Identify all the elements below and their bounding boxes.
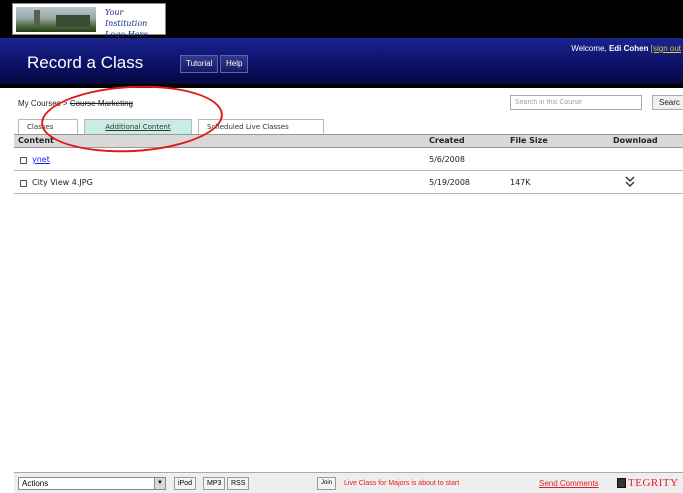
content-name: City View 4.JPG xyxy=(32,178,93,187)
app-title: Record a Class xyxy=(27,53,144,72)
table-row: City View 4.JPG 5/19/2008 147K xyxy=(14,172,683,194)
app-header: Record a Class Tutorial Help Welcome, Ed… xyxy=(0,38,683,88)
building-image xyxy=(16,7,96,32)
footer-bar: Actions ▼ iPod MP3 RSS Join Live Class f… xyxy=(14,472,683,493)
mp3-button[interactable]: MP3 xyxy=(203,477,226,490)
sign-out-link[interactable]: [sign out xyxy=(651,44,681,53)
content-name-link[interactable]: ynet xyxy=(32,155,50,164)
brand-icon xyxy=(617,478,626,488)
row-checkbox[interactable] xyxy=(20,180,27,187)
rss-button[interactable]: RSS xyxy=(227,477,250,490)
file-size: 147K xyxy=(510,178,531,187)
created-date: 5/6/2008 xyxy=(429,155,465,164)
dropdown-arrow-icon[interactable]: ▼ xyxy=(154,478,165,489)
download-chevrons-icon[interactable] xyxy=(624,175,636,189)
tutorial-button[interactable]: Tutorial xyxy=(180,55,219,73)
column-header-download: Download xyxy=(613,136,658,145)
row-checkbox[interactable] xyxy=(20,157,27,164)
ipod-button[interactable]: iPod xyxy=(174,477,197,490)
welcome-prefix: Welcome, xyxy=(571,44,607,53)
column-header-created[interactable]: Created xyxy=(429,135,465,147)
actions-dropdown[interactable]: Actions ▼ xyxy=(18,477,166,490)
actions-dropdown-value: Actions xyxy=(22,479,49,488)
search-button[interactable]: Searc xyxy=(652,95,683,110)
welcome-message: Welcome, Edi Cohen [sign out xyxy=(571,44,681,53)
institution-logo[interactable]: Your Institution Logo Here xyxy=(12,3,166,39)
logo-text: Your Institution Logo Here xyxy=(105,8,148,39)
top-bar: Your Institution Logo Here xyxy=(0,0,683,39)
user-name: Edi Cohen xyxy=(608,44,649,53)
created-date: 5/19/2008 xyxy=(429,178,471,187)
column-header-file-size[interactable]: File Size xyxy=(510,135,548,147)
send-comments-link[interactable]: Send Comments xyxy=(539,479,599,488)
column-header-content[interactable]: Content xyxy=(18,135,54,147)
join-button[interactable]: Join xyxy=(317,477,337,490)
live-class-message[interactable]: Live Class for Majors is about to start xyxy=(344,480,459,487)
search-input[interactable] xyxy=(510,95,642,110)
help-button[interactable]: Help xyxy=(220,55,249,73)
brand-logo: TEGRITY xyxy=(628,477,679,489)
